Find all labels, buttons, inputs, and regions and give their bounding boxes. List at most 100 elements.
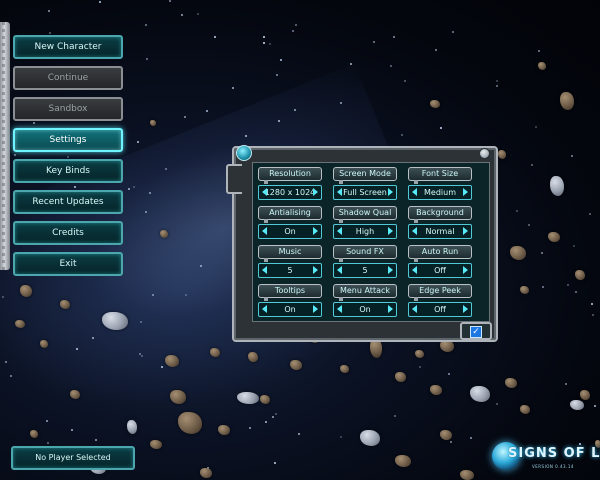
background-selector[interactable]: Normal <box>408 224 472 239</box>
setting-label: Menu Attack <box>333 284 397 298</box>
setting-value: Medium <box>424 188 456 197</box>
asteroid <box>550 176 564 196</box>
setting-value: Off <box>434 266 446 275</box>
star <box>276 74 278 76</box>
arrow-right-icon[interactable] <box>388 266 393 274</box>
star <box>92 337 94 339</box>
edge-peek-selector[interactable]: Off <box>408 302 472 317</box>
star <box>47 442 49 444</box>
setting-screen-mode: Screen Mode Full Screen <box>333 167 399 201</box>
settings-button[interactable]: Settings <box>13 128 123 152</box>
arrow-right-icon[interactable] <box>388 227 393 235</box>
arrow-right-icon[interactable] <box>463 305 468 313</box>
new-character-button[interactable]: New Character <box>13 35 123 59</box>
arrow-left-icon[interactable] <box>337 227 342 235</box>
star <box>435 49 437 51</box>
arrow-right-icon[interactable] <box>313 188 318 196</box>
star <box>535 126 537 128</box>
arrow-right-icon[interactable] <box>388 305 393 313</box>
star <box>133 186 135 188</box>
arrow-right-icon[interactable] <box>463 227 468 235</box>
setting-tick <box>339 258 343 262</box>
font-size-selector[interactable]: Medium <box>408 185 472 200</box>
asteroid <box>127 420 137 434</box>
star <box>71 429 73 431</box>
star <box>197 13 199 15</box>
recent-updates-button[interactable]: Recent Updates <box>13 190 123 214</box>
setting-tick <box>414 258 418 262</box>
asteroid <box>548 232 560 242</box>
close-icon[interactable] <box>479 148 490 159</box>
arrow-left-icon[interactable] <box>412 188 417 196</box>
star <box>575 291 577 293</box>
arrow-left-icon[interactable] <box>262 188 267 196</box>
star <box>5 361 7 363</box>
star <box>99 1 101 3</box>
arrow-left-icon[interactable] <box>337 188 342 196</box>
arrow-left-icon[interactable] <box>412 305 417 313</box>
asteroid <box>520 405 530 414</box>
arrow-left-icon[interactable] <box>337 266 342 274</box>
arrow-right-icon[interactable] <box>313 305 318 313</box>
star <box>565 383 567 385</box>
arrow-right-icon[interactable] <box>463 188 468 196</box>
star <box>95 439 97 441</box>
arrow-right-icon[interactable] <box>313 266 318 274</box>
star <box>390 65 392 67</box>
resolution-selector[interactable]: 1280 x 1024 <box>258 185 322 200</box>
star <box>145 24 147 26</box>
asteroid <box>430 100 440 108</box>
auto-run-selector[interactable]: Off <box>408 263 472 278</box>
star <box>152 294 154 296</box>
arrow-left-icon[interactable] <box>262 305 267 313</box>
sandbox-button[interactable]: Sandbox <box>13 97 123 121</box>
menu-attack-selector[interactable]: On <box>333 302 397 317</box>
asteroid <box>290 360 302 370</box>
asteroid <box>70 390 80 399</box>
star <box>592 314 594 316</box>
gear-icon <box>236 145 252 161</box>
setting-label: Music <box>258 245 322 259</box>
star <box>404 80 406 82</box>
arrow-right-icon[interactable] <box>313 227 318 235</box>
setting-tick <box>264 297 268 301</box>
arrow-left-icon[interactable] <box>262 227 267 235</box>
arrow-right-icon[interactable] <box>388 188 393 196</box>
arrow-left-icon[interactable] <box>412 227 417 235</box>
exit-button[interactable]: Exit <box>13 252 123 276</box>
arrow-right-icon[interactable] <box>463 266 468 274</box>
asteroid <box>415 350 424 358</box>
setting-tick <box>414 297 418 301</box>
continue-button[interactable]: Continue <box>13 66 123 90</box>
asteroid <box>150 120 156 126</box>
sound-fx-selector[interactable]: 5 <box>333 263 397 278</box>
shadow-quality-selector[interactable]: High <box>333 224 397 239</box>
arrow-left-icon[interactable] <box>337 305 342 313</box>
arrow-left-icon[interactable] <box>262 266 267 274</box>
star <box>33 122 35 124</box>
tooltips-selector[interactable]: On <box>258 302 322 317</box>
asteroid <box>580 390 590 400</box>
setting-value: Normal <box>425 227 455 236</box>
menu-rail <box>0 22 10 270</box>
logo-version: VERSION 0.43.14 <box>532 464 574 469</box>
asteroid <box>498 150 506 159</box>
star <box>263 42 265 44</box>
apply-checkbox[interactable]: ✓ <box>470 326 482 338</box>
star <box>274 462 276 464</box>
arrow-left-icon[interactable] <box>412 266 417 274</box>
setting-antialiasing: Antialising On <box>258 206 324 240</box>
screen-mode-selector[interactable]: Full Screen <box>333 185 397 200</box>
setting-value: Off <box>434 305 446 314</box>
setting-font-size: Font Size Medium <box>408 167 474 201</box>
asteroid <box>340 365 349 373</box>
music-volume-selector[interactable]: 5 <box>258 263 322 278</box>
antialiasing-selector[interactable]: On <box>258 224 322 239</box>
asteroid <box>200 468 212 478</box>
key-binds-button[interactable]: Key Binds <box>13 159 123 183</box>
star <box>141 355 143 357</box>
setting-value: Full Screen <box>343 188 387 197</box>
credits-button[interactable]: Credits <box>13 221 123 245</box>
asteroid <box>237 392 259 404</box>
setting-value: 5 <box>362 266 368 275</box>
